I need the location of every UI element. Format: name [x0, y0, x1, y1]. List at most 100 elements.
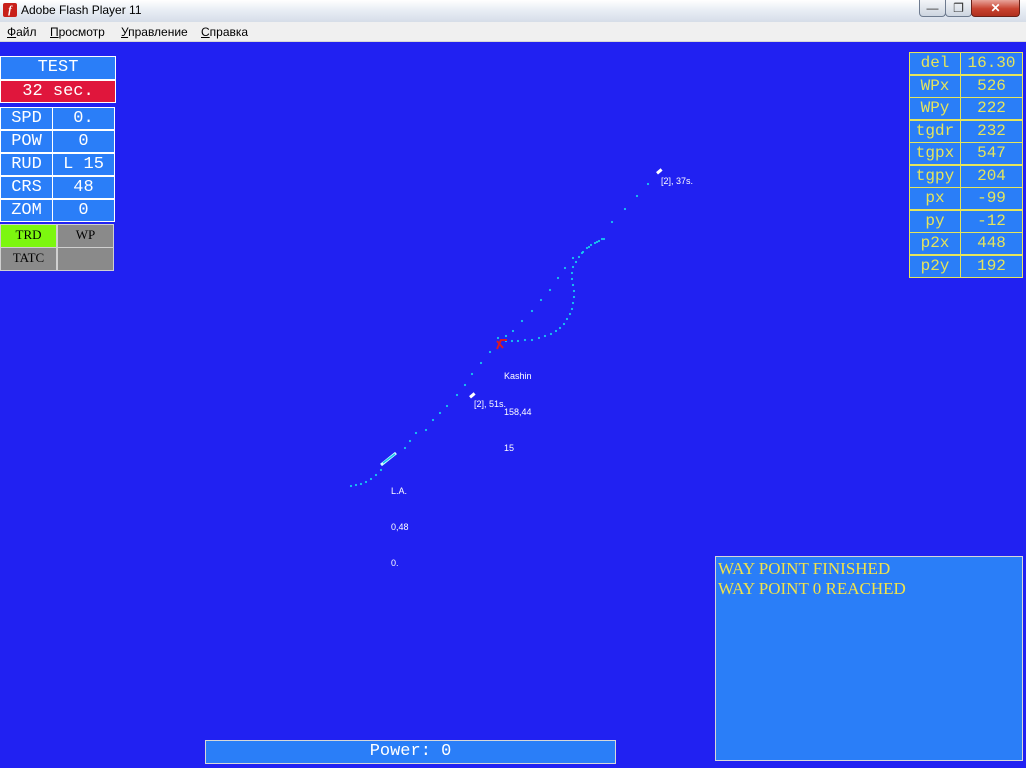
pow-label: POW	[0, 130, 53, 153]
readout-value-py: -12	[960, 209, 1023, 233]
target-name: Kashin	[504, 371, 532, 381]
track-dot	[593, 241, 597, 245]
track-dot	[570, 277, 574, 281]
track-dot	[558, 326, 562, 330]
trd-button[interactable]: TRD	[0, 224, 57, 248]
track-dot	[504, 334, 508, 338]
track-dot	[572, 295, 576, 299]
track-dot	[562, 322, 566, 326]
track-dot	[431, 418, 435, 422]
log-line: WAY POINT FINISHED	[718, 559, 891, 578]
track-dot	[646, 182, 650, 186]
readout-label-p2x: p2x	[909, 232, 961, 255]
crs-label: CRS	[0, 176, 53, 199]
track-dot	[455, 393, 459, 397]
track-dot	[635, 194, 639, 198]
readout-label-p2y: p2y	[909, 254, 961, 278]
readout-label-tgdr: tgdr	[909, 119, 961, 143]
track-dot	[600, 237, 604, 241]
track-dot	[587, 245, 591, 249]
readout-value-wpx: 526	[960, 74, 1023, 98]
readout-value-tgdr: 232	[960, 119, 1023, 143]
track-dot	[570, 271, 574, 275]
zom-value: 0	[52, 199, 115, 222]
readout-label-tgpx: tgpx	[909, 142, 961, 165]
readout-value-tgpy: 204	[960, 164, 1023, 188]
track-dot	[414, 431, 418, 435]
empty-button[interactable]	[57, 247, 114, 271]
track-dot	[589, 243, 593, 247]
ship-track	[349, 182, 650, 488]
mode-label: TEST	[0, 56, 116, 80]
tatc-button[interactable]: TATC	[0, 247, 57, 271]
track-dot	[568, 312, 572, 316]
track-dot	[595, 240, 599, 244]
track-dot	[379, 468, 383, 472]
track-dot	[374, 473, 378, 477]
rud-value: L 15	[52, 153, 115, 176]
waypoint-mid-label: [2], 51s.	[474, 399, 507, 409]
readout-label-px: px	[909, 187, 961, 210]
track-dot	[516, 339, 520, 343]
track-dot	[424, 428, 428, 432]
target-label: Kashin 158,44 15	[504, 346, 532, 466]
track-dot	[610, 220, 614, 224]
track-dot	[572, 289, 576, 293]
readout-label-py: py	[909, 209, 961, 233]
target-bearing: 158,44	[504, 407, 532, 417]
track-dot	[548, 288, 552, 292]
track-dot	[556, 276, 560, 280]
track-dot	[511, 329, 515, 333]
crs-value: 48	[52, 176, 115, 199]
zom-label: ZOM	[0, 199, 53, 222]
pow-value: 0	[52, 130, 115, 153]
power-display: Power: 0	[205, 740, 616, 764]
track-dot	[549, 332, 553, 336]
track-dot	[571, 283, 575, 287]
readout-value-del: 16.30	[960, 52, 1023, 75]
timer-display: 32 sec.	[0, 80, 116, 103]
track-dot	[359, 482, 363, 486]
spd-value: 0.	[52, 107, 115, 130]
track-dot	[479, 361, 483, 365]
spd-label: SPD	[0, 107, 53, 130]
track-dot	[530, 309, 534, 313]
log-line: WAY POINT 0 REACHED	[718, 579, 906, 598]
track-dot	[369, 477, 373, 481]
readout-label-del: del	[909, 52, 961, 75]
track-dot	[520, 319, 524, 323]
track-dot	[574, 260, 578, 264]
readout-value-wpy: 222	[960, 97, 1023, 120]
track-dot	[577, 255, 581, 259]
waypoint-top-label: [2], 37s.	[661, 176, 694, 186]
track-dot	[570, 307, 574, 311]
readout-label-wpx: WPx	[909, 74, 961, 98]
track-dot	[543, 334, 547, 338]
track-dot	[496, 336, 500, 340]
own-ship-bearing: 0,48	[391, 522, 409, 532]
track-dot	[565, 317, 569, 321]
readout-value-px: -99	[960, 187, 1023, 210]
own-ship-label: L.A. 0,48 0.	[391, 461, 409, 581]
track-dot	[585, 246, 589, 250]
track-dot	[571, 265, 575, 269]
track-dot	[530, 338, 534, 342]
track-dot	[623, 207, 627, 211]
track-dot	[571, 256, 575, 260]
track-dot	[364, 480, 368, 484]
own-ship-name: L.A.	[391, 486, 408, 496]
track-dot	[408, 439, 412, 443]
track-dot	[438, 411, 442, 415]
rud-label: RUD	[0, 153, 53, 176]
track-dot	[537, 336, 541, 340]
track-dot	[488, 350, 492, 354]
track-dot	[597, 239, 601, 243]
track-dot	[563, 266, 567, 270]
track-dot	[445, 404, 449, 408]
track-dot	[523, 338, 527, 342]
track-dot	[403, 446, 407, 450]
track-dot	[354, 483, 358, 487]
own-ship-speed: 0.	[391, 558, 399, 568]
readout-value-p2x: 448	[960, 232, 1023, 255]
wp-button[interactable]: WP	[57, 224, 114, 248]
